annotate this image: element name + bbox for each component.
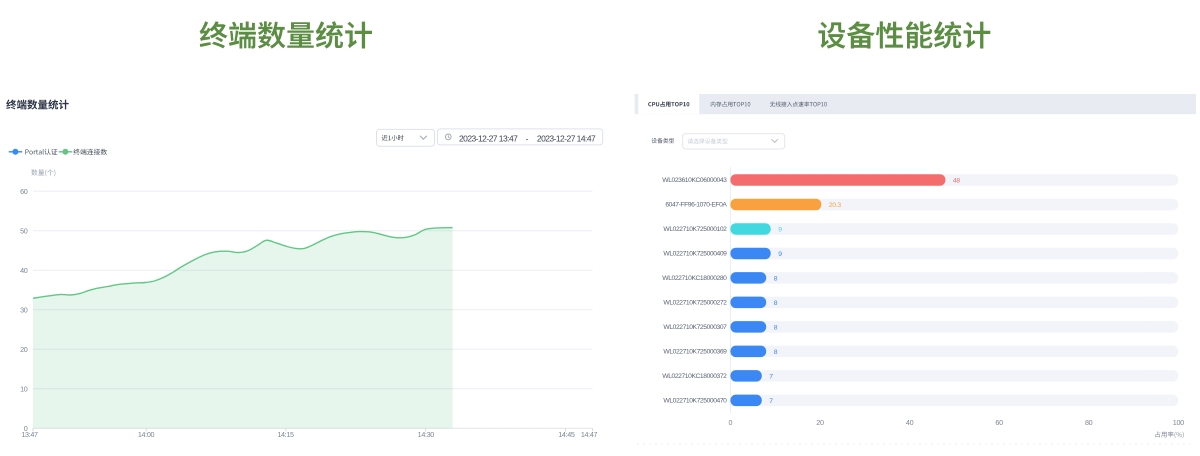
svg-text:14:00: 14:00 — [138, 430, 155, 439]
svg-text:8: 8 — [774, 300, 778, 307]
svg-text:14:45: 14:45 — [558, 430, 575, 439]
svg-text:14:30: 14:30 — [418, 430, 435, 439]
svg-text:20.3: 20.3 — [829, 202, 842, 209]
svg-text:WL023610KC06000043: WL023610KC06000043 — [662, 177, 727, 184]
svg-text:8: 8 — [774, 324, 778, 331]
svg-text:14:15: 14:15 — [277, 430, 294, 439]
svg-text:2023-12-27 14:47: 2023-12-27 14:47 — [537, 133, 596, 143]
svg-text:60: 60 — [20, 187, 28, 196]
svg-text:2023-12-27 13:47: 2023-12-27 13:47 — [459, 133, 518, 143]
svg-text:9: 9 — [778, 251, 782, 258]
svg-text:WL022710KC18000372: WL022710KC18000372 — [662, 373, 727, 380]
svg-text:WL022710K725000369: WL022710K725000369 — [663, 349, 727, 356]
svg-text:100: 100 — [1173, 418, 1184, 427]
svg-text:6047-FF96-1070-EF0A: 6047-FF96-1070-EF0A — [665, 202, 727, 209]
svg-text:7: 7 — [769, 398, 773, 405]
svg-text:20: 20 — [816, 418, 824, 427]
svg-text:WL022710K725000272: WL022710K725000272 — [663, 300, 727, 307]
svg-text:WL022710KC18000280: WL022710KC18000280 — [662, 275, 727, 282]
svg-text:40: 40 — [906, 418, 914, 427]
svg-text:48: 48 — [953, 177, 960, 184]
svg-text:13:47: 13:47 — [21, 430, 38, 439]
svg-text:8: 8 — [774, 349, 778, 356]
svg-text:50: 50 — [20, 227, 28, 236]
svg-text:14:47: 14:47 — [581, 430, 598, 439]
svg-text:60: 60 — [995, 418, 1003, 427]
svg-text:80: 80 — [1085, 418, 1093, 427]
svg-text:WL022710K725000102: WL022710K725000102 — [663, 226, 727, 233]
svg-text:9: 9 — [778, 226, 782, 233]
svg-text:7: 7 — [769, 373, 773, 380]
svg-text:40: 40 — [20, 266, 28, 275]
svg-text:20: 20 — [20, 345, 28, 354]
svg-text:8: 8 — [774, 275, 778, 282]
svg-text:WL022710K725000409: WL022710K725000409 — [663, 251, 727, 258]
svg-text:30: 30 — [20, 306, 28, 315]
svg-text:0: 0 — [729, 418, 733, 427]
svg-text:WL022710K725000307: WL022710K725000307 — [663, 324, 727, 331]
svg-text:10: 10 — [20, 385, 28, 394]
svg-text:WL022710K725000470: WL022710K725000470 — [663, 398, 727, 405]
